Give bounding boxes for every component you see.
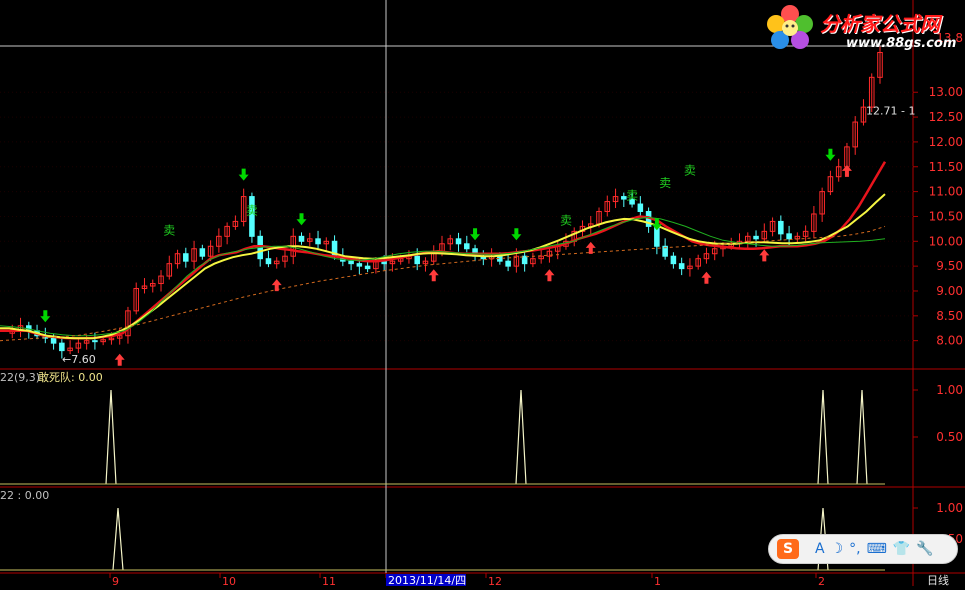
- sell-signal-label: 卖: [659, 176, 671, 190]
- indicator1-spike: [105, 389, 117, 485]
- ime-punctuation-icon[interactable]: °,: [849, 541, 860, 557]
- sell-arrow-icon: [40, 310, 51, 323]
- buy-arrow-icon: [114, 353, 125, 366]
- watermark-title: 分析家公式网: [820, 12, 940, 36]
- high-annotation: 12.71 - 1: [866, 105, 915, 118]
- y-tick-label: 8.50: [936, 309, 963, 323]
- y-tick-label: 9.50: [936, 259, 963, 273]
- ime-keyboard-icon[interactable]: ⌨: [867, 541, 887, 557]
- x-axis-date-label: 2013/11/14/四: [388, 574, 466, 586]
- candle-down: [678, 263, 685, 270]
- indicator1-spike: [817, 389, 829, 485]
- candle-down: [265, 258, 272, 265]
- chart-stage[interactable]: 8.00 8.50 9.00 9.50 10.00 10.50 11.00 11.50 12.0…: [0, 0, 965, 588]
- indicator1-title: 敢死队: 0.00: [38, 370, 103, 384]
- ime-language-icon[interactable]: A: [815, 541, 825, 557]
- candle-down: [778, 220, 784, 235]
- indicator2-title: 22 : 0.00: [0, 489, 49, 502]
- y-tick-label: 1.00: [936, 383, 963, 397]
- candle-down: [50, 337, 57, 344]
- buy-arrow-icon: [544, 269, 555, 282]
- watermark-logo: 分析家公式网 www.88gs.com: [762, 2, 962, 56]
- candle-down: [183, 253, 189, 262]
- candle-down: [414, 255, 420, 265]
- indicator2-spike: [112, 507, 124, 571]
- ime-toolbar[interactable]: S A ☽ °, ⌨ 👕 🔧: [768, 534, 958, 564]
- y-tick-label: 12.50: [929, 110, 963, 124]
- flower-logo-icon: [767, 5, 813, 49]
- buy-arrow-icon: [759, 249, 770, 262]
- indicator1-spike: [856, 389, 868, 485]
- x-axis-label: 11: [322, 575, 336, 586]
- y-tick-label: 1.00: [936, 501, 963, 515]
- candle-down: [364, 265, 371, 270]
- x-axis-label: 9: [112, 575, 119, 586]
- buy-arrow-icon: [841, 164, 852, 177]
- candle-down: [786, 233, 792, 240]
- y-tick-label: 10.00: [929, 234, 963, 248]
- period-label: 日线: [927, 573, 949, 586]
- candle-down: [199, 248, 206, 257]
- candle-down: [298, 235, 305, 242]
- ime-skin-icon[interactable]: 👕: [893, 541, 910, 557]
- candle-down: [92, 340, 98, 343]
- x-axis-label: 12: [488, 575, 502, 586]
- sell-arrow-icon: [825, 148, 836, 161]
- buy-arrow-icon: [701, 271, 712, 284]
- y-tick-label: 11.50: [929, 160, 963, 174]
- sell-signal-label: 卖: [560, 213, 572, 227]
- y-tick-label: 0.50: [936, 430, 963, 444]
- candle-down: [753, 235, 759, 240]
- sell-arrow-icon: [511, 228, 522, 241]
- candle-down: [315, 238, 321, 245]
- sell-signal-label: 卖: [163, 223, 175, 237]
- sell-signal-label: 卖: [626, 188, 638, 202]
- ime-settings-icon[interactable]: 🔧: [916, 541, 933, 557]
- ime-logo-icon[interactable]: S: [777, 539, 799, 559]
- y-tick-label: 10.50: [929, 209, 963, 223]
- indicator1-spike: [515, 389, 527, 485]
- y-tick-label: 8.00: [936, 334, 963, 348]
- buy-arrow-icon: [428, 269, 439, 282]
- x-axis-label: 10: [222, 575, 236, 586]
- sell-arrow-icon: [296, 213, 307, 226]
- candle-down: [455, 238, 462, 245]
- y-tick-label: 13.00: [929, 85, 963, 99]
- y-tick-label: 11.00: [929, 185, 963, 199]
- candle-down: [670, 255, 677, 265]
- candle-down: [464, 243, 470, 250]
- sell-signal-label: 卖: [246, 203, 258, 217]
- low-annotation: ←7.60: [62, 353, 96, 366]
- ma-line-green: [0, 216, 886, 337]
- sell-arrow-icon: [470, 228, 481, 241]
- ime-moon-icon[interactable]: ☽: [831, 541, 844, 557]
- sell-arrow-icon: [238, 168, 249, 181]
- candle-down: [348, 260, 354, 265]
- stock-chart[interactable]: 8.008.509.009.5010.0010.5011.0011.5012.0…: [0, 0, 965, 588]
- x-axis-label: 2: [818, 575, 825, 586]
- candle-down: [637, 203, 644, 212]
- buy-arrow-icon: [271, 279, 282, 292]
- x-axis-label: 1: [654, 575, 661, 586]
- candle-down: [59, 342, 65, 352]
- y-tick-label: 12.00: [929, 135, 963, 149]
- candle-down: [505, 260, 511, 267]
- watermark-url: www.88gs.com: [846, 36, 957, 51]
- candle-down: [356, 263, 363, 267]
- indicator1-params: 22(9,3): [0, 371, 40, 384]
- sell-signal-label: 卖: [684, 164, 696, 178]
- y-tick-label: 9.00: [936, 284, 963, 298]
